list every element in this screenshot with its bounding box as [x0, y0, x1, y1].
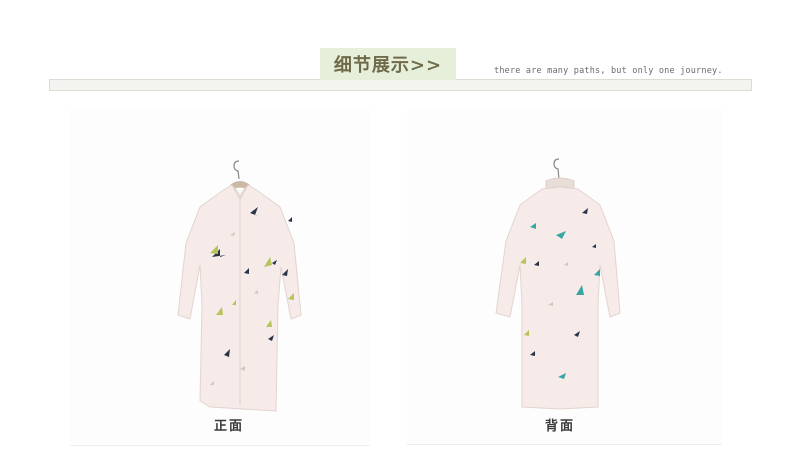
back-shirt-dress-image	[495, 158, 621, 410]
header-divider-bar	[49, 79, 752, 91]
section-title: 细节展示>>	[320, 48, 456, 80]
front-shirt-dress-image	[177, 160, 302, 412]
header-tagline: there are many paths, but only one journ…	[494, 66, 723, 76]
panel-divider	[70, 445, 370, 446]
back-view-caption: 背面	[545, 419, 576, 434]
front-view-caption: 正面	[214, 419, 245, 434]
